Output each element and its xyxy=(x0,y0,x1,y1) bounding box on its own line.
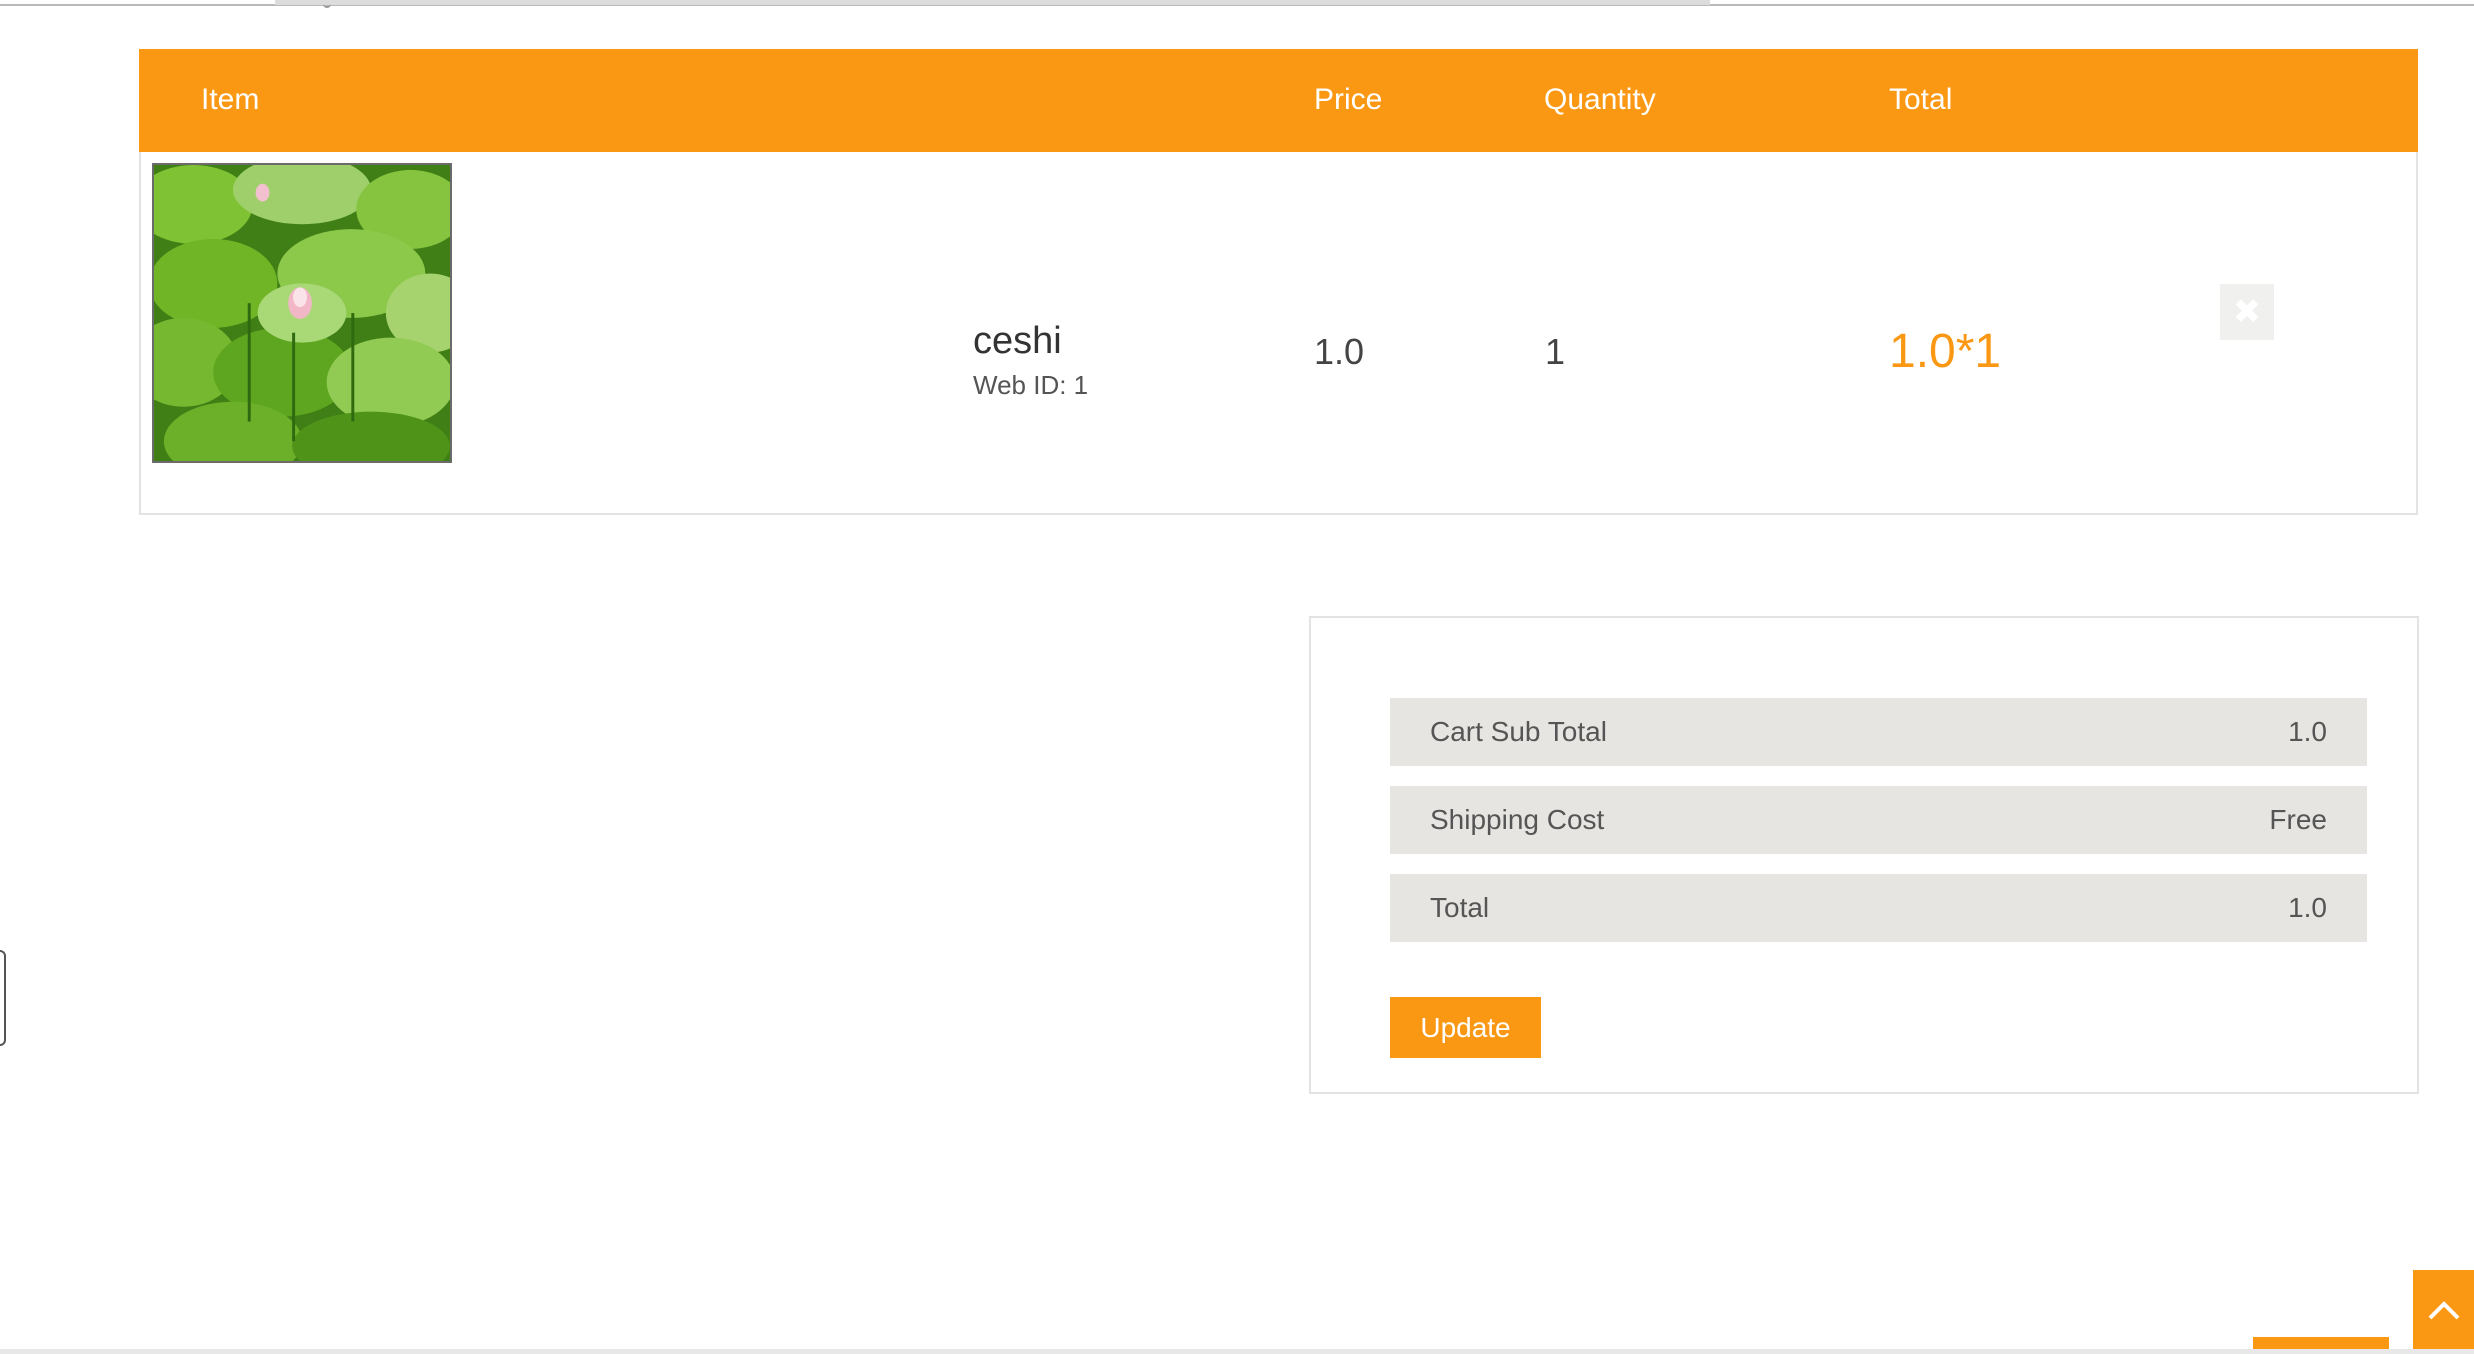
summary-label: Shipping Cost xyxy=(1430,804,1605,835)
side-feedback-tab[interactable] xyxy=(0,950,6,1046)
summary-value: Free xyxy=(2269,804,2327,835)
header-item: Item xyxy=(201,83,260,116)
product-image[interactable] xyxy=(152,163,452,463)
bottom-divider xyxy=(0,1349,2474,1354)
cart-table-header: Item Price Quantity Total xyxy=(139,49,2418,152)
product-name[interactable]: ceshi xyxy=(973,319,1062,363)
top-scroll-shade xyxy=(275,0,1710,5)
lotus-pond-image xyxy=(154,165,450,461)
header-total: Total xyxy=(1889,83,1953,116)
product-total: 1.0*1 xyxy=(1889,325,2002,378)
summary-row-total: Total 1.0 xyxy=(1390,874,2367,942)
cart-summary: Cart Sub Total 1.0 Shipping Cost Free To… xyxy=(1309,616,2419,1094)
summary-row-subtotal: Cart Sub Total 1.0 xyxy=(1390,698,2367,766)
update-button[interactable]: Update xyxy=(1390,997,1541,1058)
remove-item-button[interactable]: ✖ xyxy=(2220,284,2274,340)
summary-label: Total xyxy=(1430,892,1490,923)
close-icon: ✖ xyxy=(2232,293,2262,331)
header-quantity: Quantity xyxy=(1544,83,1656,116)
summary-value: 1.0 xyxy=(2288,716,2327,747)
summary-row-shipping: Shipping Cost Free xyxy=(1390,786,2367,854)
product-price: 1.0 xyxy=(1314,331,1365,372)
scroll-to-top-button[interactable] xyxy=(2413,1270,2474,1349)
top-marker xyxy=(323,0,331,8)
header-price: Price xyxy=(1314,83,1383,116)
product-quantity: 1 xyxy=(1545,331,1566,372)
chevron-up-icon xyxy=(2428,1300,2459,1319)
summary-label: Cart Sub Total xyxy=(1430,716,1607,747)
summary-value: 1.0 xyxy=(2288,892,2327,923)
product-web-id: Web ID: 1 xyxy=(973,370,1089,400)
cart-table: Item Price Quantity Total ceshi Web ID: … xyxy=(139,49,2418,515)
